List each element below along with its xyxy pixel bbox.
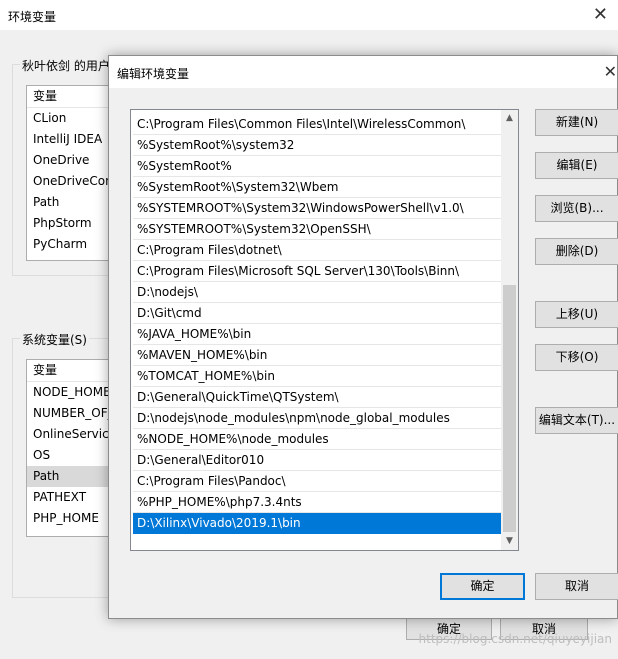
list-item[interactable]: PATHEXT	[27, 487, 117, 508]
list-item[interactable]: IntelliJ IDEA	[27, 129, 117, 150]
system-vars-list[interactable]: 变量 NODE_HOME NUMBER_OF_ OnlineService OS…	[26, 359, 118, 537]
scroll-down-icon[interactable]: ▼	[501, 533, 518, 550]
scroll-thumb[interactable]	[503, 285, 516, 532]
path-entry[interactable]: %TOMCAT_HOME%\bin	[133, 366, 502, 387]
path-entry[interactable]: C:\Program Files\Common Files\Intel\Wire…	[133, 114, 502, 135]
path-entry[interactable]: D:\General\Editor010	[133, 450, 502, 471]
edit-text-button[interactable]: 编辑文本(T)...	[535, 407, 618, 434]
delete-button[interactable]: 删除(D)	[535, 238, 618, 265]
path-entry[interactable]: %SystemRoot%	[133, 156, 502, 177]
list-item[interactable]: PHP_HOME	[27, 508, 117, 529]
path-entry[interactable]: D:\nodejs\node_modules\npm\node_global_m…	[133, 408, 502, 429]
path-entry[interactable]: %MAVEN_HOME%\bin	[133, 345, 502, 366]
env-vars-title: 环境变量	[8, 10, 57, 24]
close-icon[interactable]: ✕	[593, 4, 608, 25]
list-item[interactable]: Path	[27, 466, 117, 487]
list-item[interactable]: Path	[27, 192, 117, 213]
path-entry[interactable]: C:\Program Files\dotnet\	[133, 240, 502, 261]
path-entry[interactable]: D:\Git\cmd	[133, 303, 502, 324]
path-entry[interactable]: %SYSTEMROOT%\System32\OpenSSH\	[133, 219, 502, 240]
close-icon[interactable]: ✕	[604, 62, 617, 81]
list-item[interactable]: PhpStorm	[27, 213, 117, 234]
ok-button[interactable]: 确定	[440, 573, 525, 600]
system-vars-header[interactable]: 变量	[27, 360, 117, 382]
path-list[interactable]: C:\Program Files\Common Files\Intel\Wire…	[130, 109, 519, 551]
watermark: https://blog.csdn.net/qiuyeyijian	[418, 632, 612, 646]
path-entry[interactable]: %JAVA_HOME%\bin	[133, 324, 502, 345]
move-down-button[interactable]: 下移(O)	[535, 344, 618, 371]
list-item[interactable]: CLion	[27, 108, 117, 129]
dialog-title: 编辑环境变量	[117, 67, 190, 81]
env-vars-titlebar: 环境变量 ✕	[0, 0, 618, 30]
path-entry[interactable]: %SYSTEMROOT%\System32\WindowsPowerShell\…	[133, 198, 502, 219]
list-item[interactable]: OneDriveCon	[27, 171, 117, 192]
path-entry[interactable]: C:\Program Files\Microsoft SQL Server\13…	[133, 261, 502, 282]
path-entry[interactable]: D:\General\QuickTime\QTSystem\	[133, 387, 502, 408]
scroll-up-icon[interactable]: ▲	[501, 110, 518, 127]
path-entry[interactable]: C:\Program Files\Pandoc\	[133, 471, 502, 492]
path-entry[interactable]: %NODE_HOME%\node_modules	[133, 429, 502, 450]
new-button[interactable]: 新建(N)	[535, 109, 618, 136]
list-item[interactable]: OS	[27, 445, 117, 466]
dialog-titlebar: 编辑环境变量 ✕	[109, 56, 617, 88]
user-vars-header[interactable]: 变量	[27, 86, 117, 108]
path-entry[interactable]: %SystemRoot%\system32	[133, 135, 502, 156]
user-vars-group-label: 秋叶依剑 的用户	[20, 57, 112, 74]
system-vars-group-label: 系统变量(S)	[20, 331, 89, 348]
cancel-button[interactable]: 取消	[535, 573, 618, 600]
list-item[interactable]: NUMBER_OF_	[27, 403, 117, 424]
user-vars-list[interactable]: 变量 CLion IntelliJ IDEA OneDrive OneDrive…	[26, 85, 118, 261]
move-up-button[interactable]: 上移(U)	[535, 301, 618, 328]
list-item[interactable]: PyCharm	[27, 234, 117, 255]
edit-button[interactable]: 编辑(E)	[535, 152, 618, 179]
browse-button[interactable]: 浏览(B)...	[535, 195, 618, 222]
list-item[interactable]: OneDrive	[27, 150, 117, 171]
list-item[interactable]: OnlineService	[27, 424, 117, 445]
path-entry[interactable]: %PHP_HOME%\php7.3.4nts	[133, 492, 502, 513]
list-item[interactable]: NODE_HOME	[27, 382, 117, 403]
path-entry[interactable]: D:\Xilinx\Vivado\2019.1\bin	[133, 513, 502, 534]
path-entry[interactable]: D:\nodejs\	[133, 282, 502, 303]
vertical-scrollbar[interactable]: ▲ ▼	[501, 110, 518, 550]
edit-env-var-dialog: 编辑环境变量 ✕ C:\Program Files\Common Files\I…	[108, 55, 618, 619]
path-entry[interactable]: %SystemRoot%\System32\Wbem	[133, 177, 502, 198]
